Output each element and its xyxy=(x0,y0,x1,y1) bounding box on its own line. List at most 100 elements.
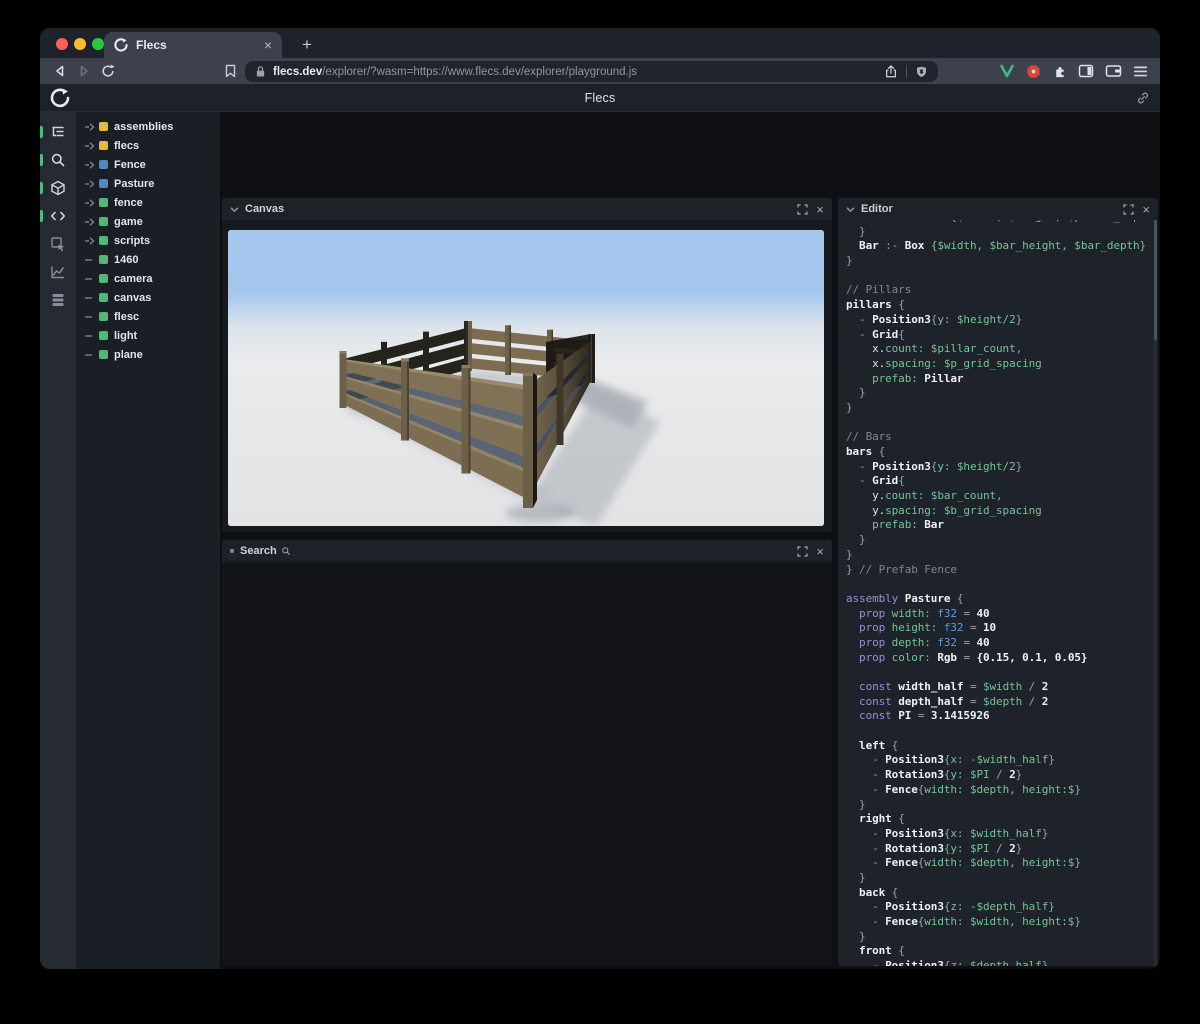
tab-title: Flecs xyxy=(136,38,167,52)
forward-button[interactable] xyxy=(72,60,96,82)
menu-icon[interactable] xyxy=(1133,65,1148,78)
wallet-icon[interactable] xyxy=(1105,64,1122,78)
close-icon[interactable]: × xyxy=(816,545,824,558)
editor-panel-body[interactable]: Pillar :- Box {$width, $height, $pillar_… xyxy=(838,220,1158,966)
browser-tab[interactable]: Flecs × xyxy=(104,32,282,58)
search-panel-body[interactable] xyxy=(222,562,832,966)
url-text: flecs.dev/explorer/?wasm=https://www.fle… xyxy=(273,66,637,78)
new-tab-button[interactable]: + xyxy=(296,34,318,56)
expand-arrow-icon[interactable] xyxy=(84,197,96,209)
sidebar-code-icon[interactable] xyxy=(40,203,76,229)
sidebar-entity-tree-icon[interactable] xyxy=(40,119,76,145)
fullscreen-icon[interactable] xyxy=(797,203,809,215)
sidebar-search-icon[interactable] xyxy=(40,147,76,173)
close-window-button[interactable] xyxy=(56,38,68,50)
code-line: } xyxy=(846,386,866,400)
close-icon[interactable]: × xyxy=(1142,203,1150,216)
code-line: pillars { xyxy=(846,298,905,312)
leaf-marker-icon xyxy=(85,277,92,280)
active-indicator xyxy=(40,154,43,166)
entity-color-square xyxy=(99,179,108,188)
canvas-3d-viewport[interactable] xyxy=(228,230,824,526)
active-indicator xyxy=(40,210,43,222)
entity-label: scripts xyxy=(114,234,151,247)
reload-button[interactable] xyxy=(96,60,120,82)
left-icon-sidebar xyxy=(40,112,76,969)
code-line: } xyxy=(846,400,853,414)
expand-arrow-icon[interactable] xyxy=(84,159,96,171)
code-line: y.count: $bar_count, xyxy=(846,489,1003,503)
code-editor[interactable]: Pillar :- Box {$width, $height, $pillar_… xyxy=(838,220,1158,966)
editor-scrollbar-thumb[interactable] xyxy=(1154,220,1157,340)
bookmark-icon[interactable] xyxy=(218,60,242,82)
tree-item-Pasture[interactable]: Pasture xyxy=(76,174,220,193)
tree-item-camera[interactable]: camera xyxy=(76,269,220,288)
chevron-down-icon[interactable] xyxy=(846,206,855,213)
brave-shield-icon[interactable] xyxy=(915,65,928,79)
editor-panel-title: Editor xyxy=(861,203,893,215)
url-bar[interactable]: flecs.dev/explorer/?wasm=https://www.fle… xyxy=(245,61,938,82)
fullscreen-icon[interactable] xyxy=(1123,203,1135,215)
expand-arrow-icon[interactable] xyxy=(84,140,96,152)
tree-item-plane[interactable]: plane xyxy=(76,345,220,364)
code-line: prop color: Rgb = {0.15, 0.1, 0.05} xyxy=(846,650,1088,664)
tree-item-flesc[interactable]: flesc xyxy=(76,307,220,326)
entity-color-square xyxy=(99,350,108,359)
search-icon xyxy=(281,547,290,556)
tree-item-flecs[interactable]: flecs xyxy=(76,136,220,155)
fullscreen-icon[interactable] xyxy=(797,545,809,557)
sidebar-inspector-icon[interactable] xyxy=(40,231,76,257)
tree-item-light[interactable]: light xyxy=(76,326,220,345)
close-icon[interactable]: × xyxy=(816,203,824,216)
code-line: } xyxy=(846,870,866,884)
expand-arrow-icon[interactable] xyxy=(84,121,96,133)
canvas-3d-scene xyxy=(228,230,824,526)
entity-color-square xyxy=(99,141,108,150)
editor-panel-header: Editor × xyxy=(838,198,1158,220)
back-button[interactable] xyxy=(48,60,72,82)
tree-item-Fence[interactable]: Fence xyxy=(76,155,220,174)
code-line: front { xyxy=(846,944,905,958)
code-line: - Grid{ xyxy=(846,474,905,488)
code-line: - Fence{width: $depth, height:$} xyxy=(846,856,1081,870)
divider xyxy=(906,65,907,78)
code-line: } // Prefab Fence xyxy=(846,562,957,576)
expand-arrow-icon[interactable] xyxy=(84,216,96,228)
chevron-down-icon[interactable] xyxy=(230,206,239,213)
tree-item-canvas[interactable]: canvas xyxy=(76,288,220,307)
extensions-puzzle-icon[interactable] xyxy=(1052,64,1067,79)
tree-item-assemblies[interactable]: assemblies xyxy=(76,117,220,136)
code-line: - Position3{z: $depth_half} xyxy=(846,959,1049,966)
main-content: assemblies flecs Fence Pasture fence game scri… xyxy=(40,112,1160,969)
sidebar-toggle-icon[interactable] xyxy=(1078,64,1094,78)
code-line: y.spacing: $b_grid_spacing xyxy=(846,503,1042,517)
tree-item-1460[interactable]: 1460 xyxy=(76,250,220,269)
browser-toolbar: flecs.dev/explorer/?wasm=https://www.fle… xyxy=(40,58,1160,84)
sidebar-stats-chart-icon[interactable] xyxy=(40,259,76,285)
share-icon[interactable] xyxy=(884,64,898,79)
entity-color-square xyxy=(99,198,108,207)
minimize-window-button[interactable] xyxy=(74,38,86,50)
editor-scrollbar[interactable] xyxy=(1154,220,1157,966)
tree-item-fence[interactable]: fence xyxy=(76,193,220,212)
code-line: Bar :- Box {$width, $bar_height, $bar_de… xyxy=(859,239,1147,253)
expand-arrow-icon[interactable] xyxy=(84,235,96,247)
zoom-window-button[interactable] xyxy=(92,38,104,50)
code-line: prop width: f32 = 40 xyxy=(846,606,990,620)
tree-item-scripts[interactable]: scripts xyxy=(76,231,220,250)
code-line: - Fence{width: $depth, height:$} xyxy=(846,782,1081,796)
tab-close-icon[interactable]: × xyxy=(264,38,272,52)
sidebar-cube-icon[interactable] xyxy=(40,175,76,201)
sidebar-tables-icon[interactable] xyxy=(40,287,76,313)
expand-arrow-icon[interactable] xyxy=(84,178,96,190)
search-panel-header: Search × xyxy=(222,540,832,562)
permalink-icon[interactable] xyxy=(1136,91,1150,105)
code-line: - Rotation3{y: $PI / 2} xyxy=(846,768,1023,782)
leaf-marker-icon xyxy=(85,353,92,356)
tree-item-game[interactable]: game xyxy=(76,212,220,231)
collapsed-indicator-icon[interactable] xyxy=(230,549,234,553)
adblock-badge-icon[interactable] xyxy=(1026,64,1041,79)
inspector-icon xyxy=(51,237,65,252)
vue-devtools-icon[interactable] xyxy=(999,64,1015,78)
